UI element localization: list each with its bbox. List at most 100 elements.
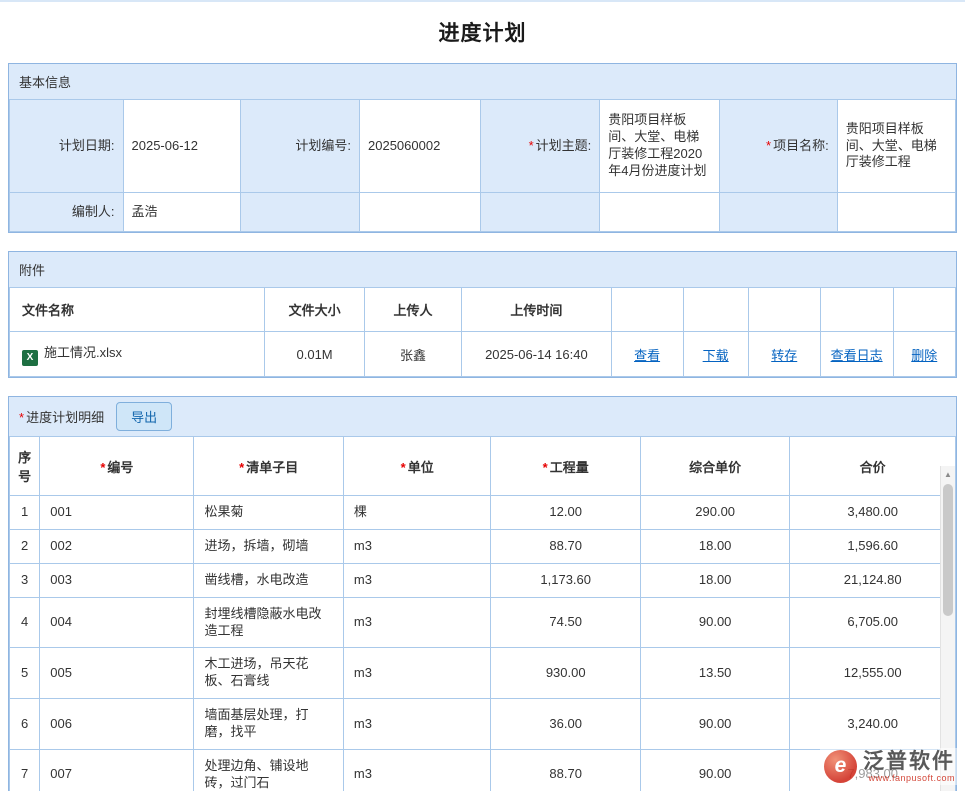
download-link[interactable]: 下载 xyxy=(703,348,729,363)
attachment-row: X施工情况.xlsx 0.01M 张鑫 2025-06-14 16:40 查看 … xyxy=(10,332,956,377)
plan-date-label: 计划日期: xyxy=(10,100,124,193)
excel-file-icon: X xyxy=(22,350,38,366)
save-as-link[interactable]: 转存 xyxy=(771,348,797,363)
required-mark: * xyxy=(19,410,24,425)
cell-seq: 3 xyxy=(10,563,40,597)
detail-section: *进度计划明细 导出 序号 *编号 *清单子目 *单位 *工程量 综合单价 合价 xyxy=(8,396,957,791)
delete-link[interactable]: 删除 xyxy=(911,348,937,363)
view-link[interactable]: 查看 xyxy=(634,348,660,363)
cell-code: 003 xyxy=(40,563,194,597)
required-mark: * xyxy=(766,138,771,153)
table-row: 1 001 松果菊 棵 12.00 290.00 3,480.00 xyxy=(10,496,956,530)
cell-seq: 1 xyxy=(10,496,40,530)
cell-unit: m3 xyxy=(343,648,491,699)
col-action-empty xyxy=(748,288,820,332)
cell-unit-price: 90.00 xyxy=(640,597,789,648)
view-log-link[interactable]: 查看日志 xyxy=(831,348,883,363)
project-name-label: *项目名称: xyxy=(720,100,837,193)
cell-code: 006 xyxy=(40,699,194,750)
cell-seq: 4 xyxy=(10,597,40,648)
plan-number-value: 2025060002 xyxy=(360,100,481,193)
cell-unit-price: 13.50 xyxy=(640,648,789,699)
plan-subject-value: 贵阳项目样板间、大堂、电梯厅装修工程2020年4月份进度计划 xyxy=(600,100,720,193)
table-row: 2 002 进场，拆墙，砌墙 m3 88.70 18.00 1,596.60 xyxy=(10,529,956,563)
required-mark: * xyxy=(239,460,244,475)
empty-label-cell xyxy=(240,193,359,232)
col-total: 合价 xyxy=(790,437,956,496)
col-quantity: *工程量 xyxy=(491,437,640,496)
col-action-empty xyxy=(683,288,748,332)
detail-header-row: 序号 *编号 *清单子目 *单位 *工程量 综合单价 合价 xyxy=(10,437,956,496)
basic-info-section-title: 基本信息 xyxy=(9,64,956,99)
col-uploader: 上传人 xyxy=(364,288,461,332)
cell-seq: 2 xyxy=(10,529,40,563)
attachment-upload-time: 2025-06-14 16:40 xyxy=(462,332,611,377)
compiler-value: 孟浩 xyxy=(123,193,240,232)
empty-label-cell xyxy=(720,193,837,232)
cell-seq: 6 xyxy=(10,699,40,750)
fanpu-watermark: e 泛普软件 www.fanpusoft.com xyxy=(820,748,959,785)
empty-value-cell xyxy=(600,193,720,232)
cell-code: 001 xyxy=(40,496,194,530)
cell-item: 松果菊 xyxy=(194,496,343,530)
cell-total: 1,596.60 xyxy=(790,529,956,563)
cell-unit: m3 xyxy=(343,699,491,750)
cell-quantity: 36.00 xyxy=(491,699,640,750)
col-unit: *单位 xyxy=(343,437,491,496)
cell-unit: m3 xyxy=(343,750,491,791)
cell-item: 凿线槽，水电改造 xyxy=(194,563,343,597)
cell-seq: 7 xyxy=(10,750,40,791)
attachments-section-title: 附件 xyxy=(9,252,956,287)
table-row: 6 006 墙面基层处理，打磨，找平 m3 36.00 90.00 3,240.… xyxy=(10,699,956,750)
detail-section-title: *进度计划明细 xyxy=(19,407,104,426)
basic-info-table: 计划日期: 2025-06-12 计划编号: 2025060002 *计划主题:… xyxy=(9,99,956,232)
scroll-thumb[interactable] xyxy=(943,484,953,616)
cell-quantity: 12.00 xyxy=(491,496,640,530)
cell-unit-price: 90.00 xyxy=(640,750,789,791)
attachment-file-size: 0.01M xyxy=(265,332,364,377)
cell-total: 6,705.00 xyxy=(790,597,956,648)
table-row: 4 004 封埋线槽隐蔽水电改造工程 m3 74.50 90.00 6,705.… xyxy=(10,597,956,648)
cell-code: 002 xyxy=(40,529,194,563)
table-row: 5 005 木工进场，吊天花板、石膏线 m3 930.00 13.50 12,5… xyxy=(10,648,956,699)
plan-subject-label: *计划主题: xyxy=(481,100,600,193)
cell-total: 3,480.00 xyxy=(790,496,956,530)
cell-item: 处理边角、铺设地砖，过门石 xyxy=(194,750,343,791)
required-mark: * xyxy=(543,460,548,475)
cell-item: 封埋线槽隐蔽水电改造工程 xyxy=(194,597,343,648)
compiler-label: 编制人: xyxy=(10,193,124,232)
cell-item: 进场，拆墙，砌墙 xyxy=(194,529,343,563)
export-button[interactable]: 导出 xyxy=(116,402,172,431)
cell-total: 12,555.00 xyxy=(790,648,956,699)
required-mark: * xyxy=(100,460,105,475)
col-item: *清单子目 xyxy=(194,437,343,496)
fanpu-logo-icon: e xyxy=(824,750,857,783)
cell-seq: 5 xyxy=(10,648,40,699)
attachments-section: 附件 文件名称 文件大小 上传人 上传时间 X施工情况.xlsx xyxy=(8,251,957,378)
scrollbar[interactable]: ▲ xyxy=(940,466,955,791)
required-mark: * xyxy=(529,138,534,153)
cell-unit: m3 xyxy=(343,563,491,597)
col-upload-time: 上传时间 xyxy=(462,288,611,332)
cell-unit: 棵 xyxy=(343,496,491,530)
detail-table-body: 1 001 松果菊 棵 12.00 290.00 3,480.00 2 002 … xyxy=(10,496,956,791)
attachment-file-name: 施工情况.xlsx xyxy=(44,345,122,360)
col-action-empty xyxy=(893,288,956,332)
attachment-file-cell: X 施工情况.xlsx xyxy=(10,332,265,377)
cell-quantity: 930.00 xyxy=(491,648,640,699)
cell-code: 004 xyxy=(40,597,194,648)
project-name-value: 贵阳项目样板间、大堂、电梯厅装修工程 xyxy=(837,100,955,193)
plan-number-label: 计划编号: xyxy=(240,100,359,193)
col-file-size: 文件大小 xyxy=(265,288,364,332)
cell-quantity: 88.70 xyxy=(491,529,640,563)
attachment-uploader: 张鑫 xyxy=(364,332,461,377)
col-unit-price: 综合单价 xyxy=(640,437,789,496)
cell-unit: m3 xyxy=(343,597,491,648)
attachments-table: 文件名称 文件大小 上传人 上传时间 X施工情况.xlsx 0.01M 张鑫 2… xyxy=(9,287,956,377)
col-action-empty xyxy=(611,288,683,332)
plan-date-value: 2025-06-12 xyxy=(123,100,240,193)
required-mark: * xyxy=(401,460,406,475)
scroll-up-arrow[interactable]: ▲ xyxy=(941,466,955,482)
basic-info-section: 基本信息 计划日期: 2025-06-12 计划编号: 2025060002 *… xyxy=(8,63,957,233)
cell-unit: m3 xyxy=(343,529,491,563)
